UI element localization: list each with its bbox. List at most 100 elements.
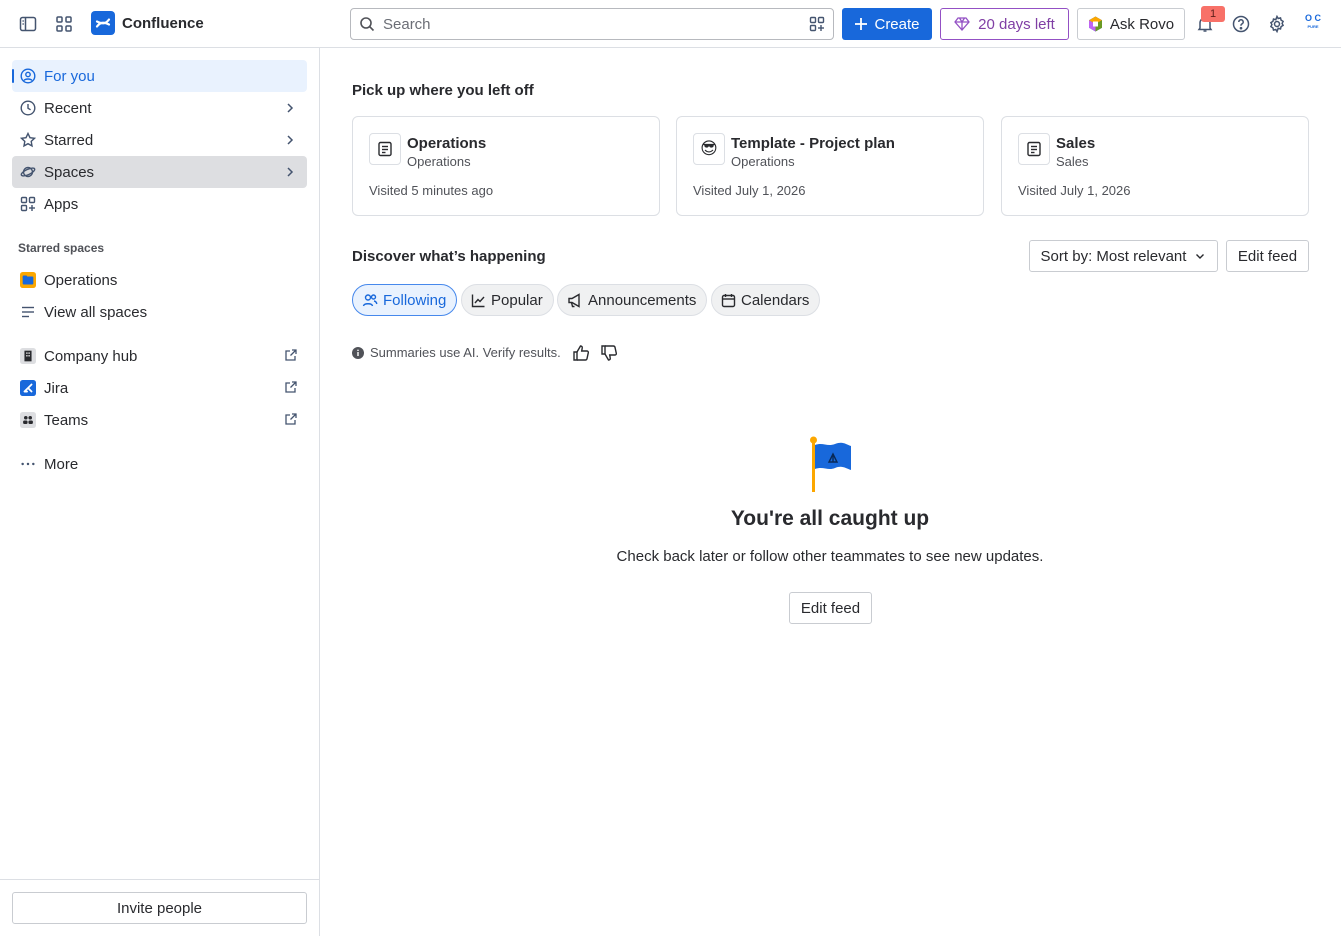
search-icon [359, 16, 375, 32]
ask-rovo-label: Ask Rovo [1109, 15, 1175, 33]
card-space: Operations [407, 154, 471, 169]
more-dots-icon [20, 456, 36, 472]
edit-feed-button[interactable]: Edit feed [1226, 240, 1309, 272]
thumbs-up-icon[interactable] [572, 344, 590, 362]
tab-following[interactable]: Following [352, 284, 458, 316]
calendar-icon [721, 293, 736, 308]
app-name: Confluence [122, 14, 204, 32]
tab-label: Calendars [741, 291, 810, 309]
sidebar-item-label: Recent [44, 99, 92, 117]
sidebar-item-label: Spaces [44, 163, 95, 181]
external-link-icon[interactable] [284, 348, 298, 362]
list-icon [20, 304, 36, 320]
chevron-right-icon[interactable] [283, 133, 297, 147]
search-input[interactable] [383, 15, 801, 33]
page-icon [1018, 133, 1050, 165]
notifications-count-badge: 1 [1201, 6, 1225, 22]
discover-section-title: Discover what’s happening [352, 248, 546, 265]
recent-card[interactable]: Operations Operations Visited 5 minutes … [352, 116, 660, 216]
ask-rovo-button[interactable]: Ask Rovo [1077, 8, 1185, 40]
help-icon[interactable] [1229, 12, 1253, 36]
sidebar-footer-divider [0, 879, 319, 880]
page-icon [369, 133, 401, 165]
tab-label: Popular [491, 291, 543, 309]
card-space: Operations [731, 154, 795, 169]
apps-icon [20, 196, 36, 212]
rovo-icon [1088, 16, 1102, 32]
people-icon [362, 292, 378, 308]
tab-label: Announcements [588, 291, 697, 309]
card-title: Sales [1056, 135, 1096, 152]
sidebar-item-label: Apps [44, 195, 79, 213]
chevron-down-icon [1196, 254, 1205, 259]
create-button[interactable]: Create [842, 8, 932, 40]
recent-section-title: Pick up where you left off [352, 82, 534, 99]
empty-state-edit-feed-button[interactable]: Edit feed [789, 592, 872, 624]
megaphone-icon [567, 292, 583, 308]
recent-card[interactable]: Sales Sales Visited July 1, 2026 [1001, 116, 1309, 216]
ai-summary-notice: Summaries use AI. Verify results. [352, 345, 561, 360]
settings-gear-icon[interactable] [1265, 12, 1289, 36]
card-title: Template - Project plan [731, 135, 895, 152]
empty-state-title: You're all caught up [730, 507, 930, 530]
profile-avatar[interactable]: O C PURE [1300, 12, 1326, 36]
sidebar-item-apps[interactable]: Apps [12, 188, 307, 220]
sidebar-item-recent[interactable]: Recent [12, 92, 307, 124]
info-icon [352, 346, 364, 359]
sidebar-item-more[interactable]: More [12, 448, 307, 480]
tab-popular[interactable]: Popular [461, 284, 554, 316]
card-space: Sales [1056, 154, 1089, 169]
flag-illustration [806, 436, 854, 494]
avatar-caption: PURE [1307, 24, 1319, 29]
teams-icon [20, 412, 36, 428]
invite-people-button[interactable]: Invite people [12, 892, 307, 924]
external-link-icon[interactable] [284, 380, 298, 394]
sidebar-toggle-icon[interactable] [16, 12, 40, 36]
sidebar-item-view-all-spaces[interactable]: View all spaces [12, 296, 307, 328]
starred-spaces-heading: Starred spaces [18, 241, 105, 255]
sidebar-item-for-you[interactable]: For you [12, 60, 307, 92]
trend-chart-icon [471, 293, 486, 308]
search-filter-icon[interactable] [809, 16, 825, 32]
card-title: Operations [407, 135, 487, 152]
sidebar-item-label: Jira [44, 379, 69, 397]
sort-label: Sort by: Most relevant [1040, 247, 1187, 265]
thumbs-down-icon[interactable] [600, 344, 618, 362]
sidebar-item-company-hub[interactable]: Company hub [12, 340, 307, 372]
tab-label: Following [383, 291, 447, 309]
sidebar-item-jira[interactable]: Jira [12, 372, 307, 404]
star-icon [20, 132, 36, 148]
sidebar-space-operations[interactable]: Operations [12, 264, 307, 296]
create-button-label: Create [874, 15, 920, 33]
search-bar[interactable] [350, 8, 834, 40]
sidebar-item-spaces[interactable]: Spaces [12, 156, 307, 188]
tab-announcements[interactable]: Announcements [557, 284, 708, 316]
card-visited: Visited 5 minutes ago [369, 183, 494, 198]
app-switcher-icon[interactable] [52, 12, 76, 36]
chevron-right-icon[interactable] [283, 165, 297, 179]
sort-dropdown[interactable]: Sort by: Most relevant [1029, 240, 1218, 272]
gem-icon [954, 17, 970, 31]
trial-button[interactable]: 20 days left [940, 8, 1069, 40]
trial-label: 20 days left [978, 15, 1055, 33]
plus-icon [855, 18, 868, 30]
sidebar-item-label: Teams [44, 411, 89, 429]
sunglasses-emoji-icon: 😎 [693, 133, 725, 165]
sidebar-item-label: Company hub [44, 347, 138, 365]
external-link-icon[interactable] [284, 412, 298, 426]
avatar-initials: O C [1304, 13, 1321, 23]
recent-card[interactable]: 😎 Template - Project plan Operations Vis… [676, 116, 984, 216]
confluence-logo[interactable]: Confluence [91, 11, 204, 35]
building-icon [20, 348, 36, 364]
space-avatar-icon [20, 272, 36, 288]
card-visited: Visited July 1, 2026 [693, 183, 806, 198]
tab-calendars[interactable]: Calendars [711, 284, 821, 316]
sidebar-item-label: More [44, 455, 79, 473]
sidebar-item-teams[interactable]: Teams [12, 404, 307, 436]
top-navigation-bar: Confluence Create 20 days left Ask Rovo … [0, 0, 1341, 48]
active-indicator [12, 69, 14, 83]
sidebar-item-starred[interactable]: Starred [12, 124, 307, 156]
ai-note-text: Summaries use AI. Verify results. [370, 345, 561, 360]
chevron-right-icon[interactable] [283, 101, 297, 115]
planet-icon [20, 164, 36, 180]
